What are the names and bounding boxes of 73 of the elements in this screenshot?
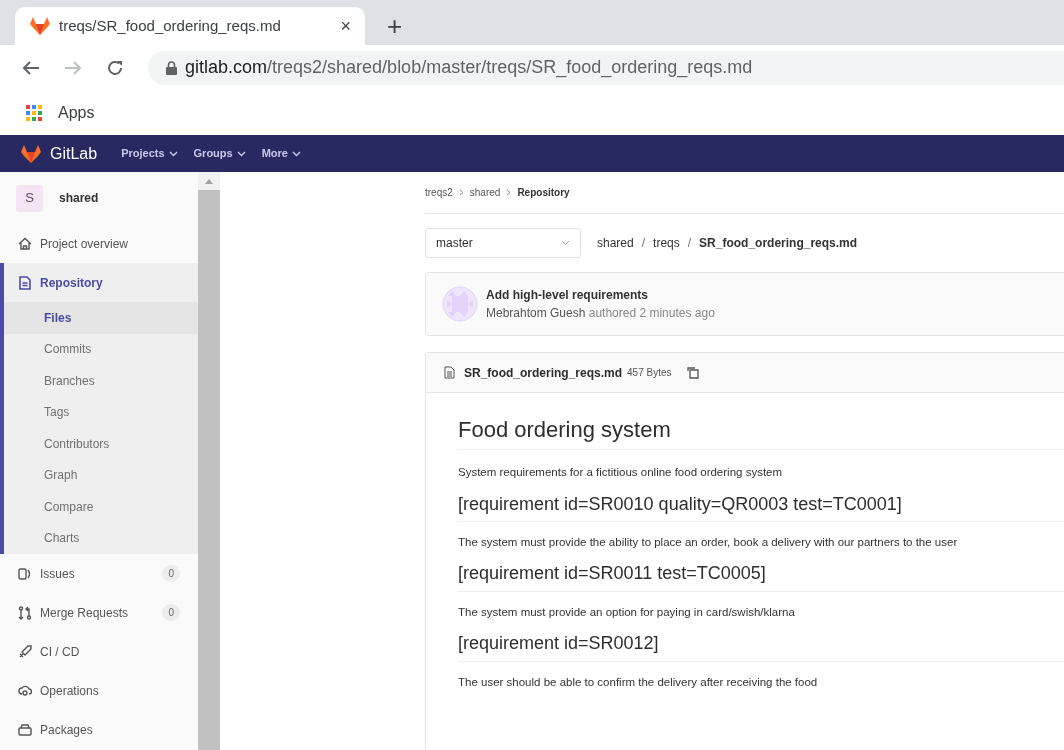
sidebar-item[interactable]: Project overview <box>0 224 198 263</box>
home-icon <box>18 236 32 251</box>
back-icon[interactable] <box>22 59 40 76</box>
package-icon <box>18 722 32 737</box>
reload-icon[interactable] <box>106 58 124 77</box>
chevron-right-icon <box>506 189 512 196</box>
breadcrumb-link[interactable]: treqs2 <box>425 185 453 200</box>
heading: [requirement id=SR0011 test=TC0005] <box>458 563 1064 593</box>
copy-icon[interactable] <box>686 366 699 379</box>
path-separator: / <box>641 235 646 252</box>
sidebar-subitem[interactable]: Tags <box>4 396 198 428</box>
heading: Food ordering system <box>458 417 1064 451</box>
sidebar-subitem[interactable]: Branches <box>4 365 198 397</box>
brand-link[interactable]: GitLab <box>50 141 98 166</box>
current-file-name: SR_food_ordering_reqs.md <box>699 235 858 252</box>
sidebar-subitem[interactable]: Commits <box>4 333 198 365</box>
project-header[interactable]: S shared <box>0 172 198 224</box>
avatar-icon <box>442 286 478 322</box>
close-tab-button[interactable]: × <box>340 17 351 35</box>
file-name: SR_food_ordering_reqs.md <box>464 364 623 382</box>
rocket-icon <box>18 644 32 659</box>
count-badge: 0 <box>162 565 180 582</box>
nav-menu[interactable]: Groups <box>193 145 246 162</box>
scrollbar[interactable] <box>198 172 220 750</box>
paragraph: System requirements for a fictitious online food ordering system <box>458 465 784 481</box>
paragraph: The system must provide an option for paying in card/swish/klarna <box>458 605 796 621</box>
path-link[interactable]: treqs <box>653 234 680 252</box>
browser-tab[interactable]: treqs/SR_food_ordering_reqs.md × <box>15 7 365 45</box>
paragraph: The user should be able to confirm the delivery after receiving the food <box>458 674 819 690</box>
sidebar-subitem[interactable]: Contributors <box>4 428 198 460</box>
project-avatar: S <box>16 184 43 212</box>
chevron-down-icon <box>168 150 178 157</box>
file-size: 457 Bytes <box>627 366 672 380</box>
breadcrumb-link[interactable]: Repository <box>517 185 570 200</box>
file-icon <box>444 366 455 379</box>
bookmark-link[interactable]: Apps <box>26 100 95 125</box>
gitlab-logo-icon[interactable] <box>20 143 42 164</box>
issues-icon <box>18 566 32 581</box>
chevron-down-icon <box>291 150 301 157</box>
nav-menu[interactable]: More <box>261 145 301 162</box>
chevron-down-icon <box>561 240 570 246</box>
cloud-gear-icon <box>18 683 32 698</box>
heading: [requirement id=SR0010 quality=QR0003 test=TC0001] <box>458 493 1064 523</box>
sidebar-subitem[interactable]: Compare <box>4 491 198 523</box>
document-icon <box>18 275 32 290</box>
lock-icon <box>166 60 177 75</box>
breadcrumb-link[interactable]: shared <box>469 185 501 200</box>
sidebar-item[interactable]: Packages <box>0 710 198 749</box>
merge-request-icon <box>18 605 32 620</box>
sidebar-subitem[interactable]: Charts <box>4 522 198 554</box>
chevron-right-icon <box>458 189 464 196</box>
path-link[interactable]: shared <box>597 234 634 252</box>
sidebar-item[interactable]: CI / CD <box>0 632 198 671</box>
url-text: gitlab.com/treqs2/shared/blob/master/treqs/SR_food_ordering_reqs.md <box>185 56 753 80</box>
apps-grid-icon <box>26 104 42 121</box>
nav-menu[interactable]: Projects <box>121 145 178 162</box>
sidebar-subitem[interactable]: Files <box>4 302 198 334</box>
address-bar[interactable]: gitlab.com/treqs2/shared/blob/master/treqs/SR_food_ordering_reqs.md <box>148 50 1064 85</box>
sidebar-item[interactable]: Merge Requests 0 <box>0 593 198 632</box>
sidebar-subitem[interactable]: Graph <box>4 459 198 491</box>
commit-title[interactable]: Add high-level requirements <box>486 286 715 304</box>
branch-select[interactable]: master <box>425 228 581 258</box>
path-separator: / <box>687 235 692 252</box>
commit-info: Mebrahtom Guesh authored 2 minutes ago <box>486 305 715 322</box>
chevron-down-icon <box>236 150 246 157</box>
heading: [requirement id=SR0012] <box>458 633 1064 662</box>
project-name: shared <box>59 190 99 207</box>
paragraph: The system must provide the ability to place an order, book a delivery with our partners to the user <box>458 535 959 551</box>
sidebar-item[interactable]: Operations <box>0 671 198 710</box>
count-badge: 0 <box>162 604 180 621</box>
new-tab-button[interactable]: + <box>387 13 403 39</box>
gitlab-logo-icon <box>29 16 51 36</box>
sidebar-item[interactable]: Issues 0 <box>0 554 198 593</box>
